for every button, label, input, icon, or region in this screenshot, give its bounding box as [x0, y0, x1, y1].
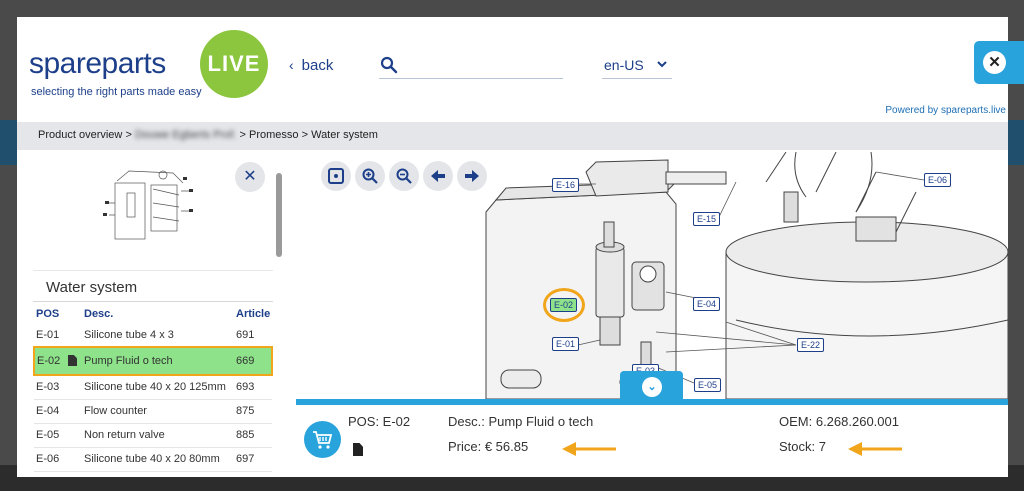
row-article: 693 — [234, 375, 272, 400]
language-value: en-US — [604, 57, 644, 73]
table-row[interactable]: E-01 Silicone tube 4 x 3 691 — [34, 323, 272, 348]
cart-icon — [313, 431, 333, 449]
search-icon — [380, 56, 398, 74]
search-field[interactable] — [379, 53, 563, 79]
table-row[interactable]: E-05 Non return valve 885 — [34, 423, 272, 448]
price-arrow-annotation — [562, 442, 616, 456]
zoom-in-button[interactable] — [355, 161, 385, 191]
callout-e05[interactable]: E-05 — [694, 378, 722, 392]
language-select[interactable]: en-US — [602, 53, 672, 79]
table-row[interactable]: E-04 Flow counter 875 — [34, 399, 272, 424]
row-article: 691 — [234, 323, 272, 348]
row-desc: Pump Fluid o tech — [84, 355, 173, 367]
breadcrumb-product-overview[interactable]: Product overview — [38, 129, 122, 141]
row-desc: Silicone tube 40 x 20 80mm — [82, 447, 234, 472]
fit-screen-icon — [328, 168, 344, 184]
row-desc-cell: Pump Fluid o tech — [68, 346, 234, 376]
zoom-out-icon — [396, 168, 412, 184]
powered-by-link[interactable]: Powered by spareparts.live — [808, 105, 1008, 116]
parts-modal: spareparts LIVE selecting the right part… — [17, 17, 1008, 477]
row-pos: E-04 — [34, 399, 82, 424]
row-article: 669 — [234, 346, 273, 376]
chevron-down-icon: ⌄ — [642, 377, 662, 397]
scrollbar[interactable] — [276, 173, 282, 257]
close-modal-button[interactable]: ✕ — [974, 41, 1024, 84]
breadcrumb-separator: > — [239, 129, 246, 141]
detail-oem: OEM: 6.268.260.001 — [779, 414, 899, 429]
column-header-desc: Desc. — [84, 308, 114, 320]
part-detail-panel: POS: E-02 Desc.: Pump Fluid o tech Price… — [296, 399, 1008, 477]
column-header-article: Article — [236, 308, 271, 320]
callout-e16[interactable]: E-16 — [552, 178, 580, 192]
search-input[interactable] — [403, 55, 561, 75]
detail-desc: Desc.: Pump Fluid o tech — [448, 414, 594, 429]
table-header-row: POS Desc. Article — [34, 305, 272, 323]
breadcrumb-separator: > — [301, 129, 309, 141]
tagline: selecting the right parts made easy — [31, 86, 202, 98]
callout-e06[interactable]: E-06 — [924, 173, 952, 187]
close-icon: ✕ — [983, 51, 1006, 74]
parts-list-panel: ✕ Water system POS Desc. Article E-01 Si… — [33, 153, 287, 475]
row-article: 875 — [234, 399, 272, 424]
callout-e02[interactable]: E-02 — [550, 298, 578, 312]
table-row-selected[interactable]: E-02 Pump Fluid o tech 669 — [33, 346, 273, 376]
breadcrumb-model[interactable]: Promesso — [249, 129, 299, 141]
close-thumbnail-button[interactable]: ✕ — [235, 162, 265, 192]
pan-left-button[interactable] — [423, 161, 453, 191]
back-label: back — [301, 57, 334, 74]
callout-e15[interactable]: E-15 — [693, 212, 721, 226]
row-pos: E-06 — [34, 447, 82, 472]
parts-table: POS Desc. Article E-01 Silicone tube 4 x… — [33, 305, 273, 472]
close-icon: ✕ — [243, 168, 257, 185]
breadcrumb-separator: > — [125, 129, 132, 141]
zoom-in-icon — [362, 168, 378, 184]
row-article: 885 — [234, 423, 272, 448]
stock-arrow-annotation — [848, 442, 902, 456]
row-desc: Non return valve — [82, 423, 234, 448]
callout-e22[interactable]: E-22 — [797, 338, 825, 352]
detail-stock: Stock: 7 — [779, 439, 826, 454]
back-button[interactable]: ‹ back — [289, 57, 333, 74]
row-pos: E-03 — [34, 375, 82, 400]
callout-e04[interactable]: E-04 — [693, 297, 721, 311]
arrow-right-icon — [465, 170, 479, 182]
column-header-pos: POS — [36, 308, 60, 320]
modal-header: spareparts LIVE selecting the right part… — [17, 17, 1008, 122]
breadcrumb: Product overview > Douwe Egberts Prof. >… — [17, 122, 1008, 150]
detail-pos: POS: E-02 — [348, 414, 411, 429]
row-pos: E-01 — [34, 323, 82, 348]
exploded-view-viewer[interactable]: E-16 E-15 E-06 E-02 E-04 E-01 E-22 E-05 … — [296, 152, 1008, 399]
zoom-out-button[interactable] — [389, 161, 419, 191]
table-row[interactable]: E-06 Silicone tube 40 x 20 80mm 697 — [34, 447, 272, 472]
pan-right-button[interactable] — [457, 161, 487, 191]
logo-badge: LIVE — [200, 30, 268, 98]
callout-e01[interactable]: E-01 — [552, 337, 580, 351]
table-row[interactable]: E-03 Silicone tube 40 x 20 125mm 693 — [34, 375, 272, 400]
expand-details-button[interactable]: ⌄ — [620, 371, 683, 399]
document-icon[interactable] — [353, 443, 363, 456]
chevron-left-icon: ‹ — [289, 57, 294, 73]
assembly-title: Water system — [33, 270, 273, 302]
arrow-left-icon — [431, 170, 445, 182]
row-pos-text: E-02 — [37, 355, 61, 367]
fit-to-screen-button[interactable] — [321, 161, 351, 191]
row-article: 697 — [234, 447, 272, 472]
logo-wordmark: spareparts — [29, 47, 166, 80]
row-desc: Silicone tube 4 x 3 — [82, 323, 234, 348]
breadcrumb-current: Water system — [311, 129, 378, 141]
row-pos: E-05 — [34, 423, 82, 448]
chevron-down-icon — [657, 61, 667, 68]
detail-price: Price: € 56.85 — [448, 439, 529, 454]
breadcrumb-brand[interactable]: Douwe Egberts Prof. — [135, 129, 237, 141]
row-desc: Flow counter — [82, 399, 234, 424]
row-desc: Silicone tube 40 x 20 125mm — [82, 375, 234, 400]
add-to-cart-button[interactable] — [304, 421, 341, 458]
